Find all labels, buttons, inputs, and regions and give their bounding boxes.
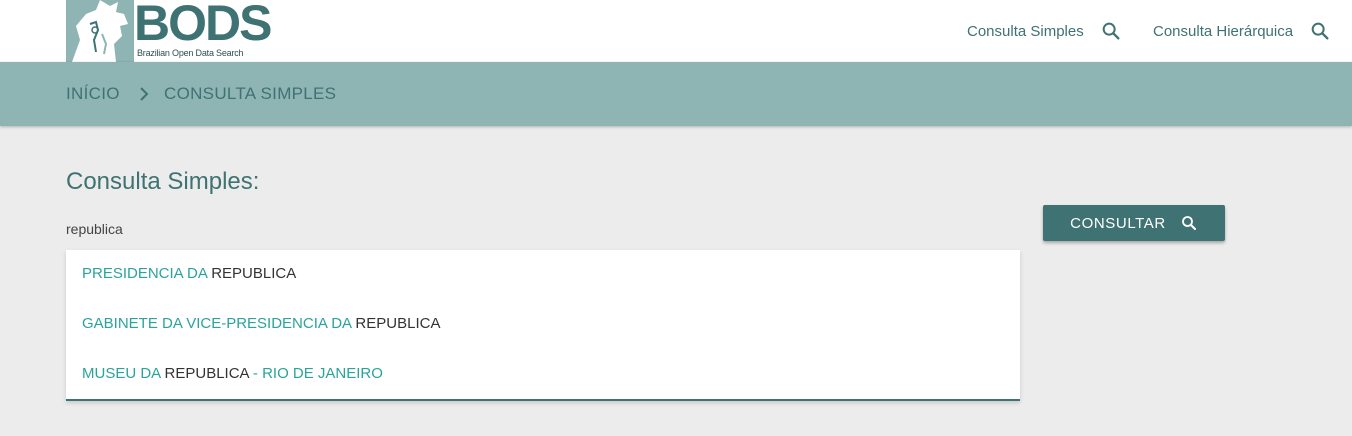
search-icon <box>1311 22 1329 40</box>
search-icon <box>1102 22 1120 40</box>
consultar-button[interactable]: CONSULTAR <box>1043 205 1225 241</box>
suggestion-match: REPUBLICA <box>164 365 249 382</box>
suggestion-prefix: PRESIDENCIA DA <box>82 265 208 282</box>
goat-logo-icon <box>66 0 134 62</box>
top-bar: BODS Brazilian Open Data Search Consulta… <box>0 0 1352 62</box>
breadcrumb-current: CONSULTA SIMPLES <box>164 84 337 103</box>
search-icon <box>1181 216 1196 231</box>
breadcrumb: INÍCIO CONSULTA SIMPLES <box>0 62 1352 126</box>
button-label: CONSULTAR <box>1070 214 1166 232</box>
autocomplete-item[interactable]: PRESIDENCIA DA REPUBLICA <box>66 250 1020 300</box>
autocomplete-list: PRESIDENCIA DA REPUBLICA GABINETE DA VIC… <box>66 250 1020 401</box>
suggestion-match: REPUBLICA <box>211 265 297 282</box>
nav-consulta-hierarquica[interactable]: Consulta Hierárquica <box>1153 0 1331 62</box>
nav-label: Consulta Hierárquica <box>1153 22 1294 40</box>
breadcrumb-home[interactable]: INÍCIO <box>66 62 120 126</box>
nav-label: Consulta Simples <box>967 22 1084 40</box>
nav-consulta-simples[interactable]: Consulta Simples <box>967 0 1122 62</box>
suggestion-suffix: - RIO DE JANEIRO <box>252 365 383 382</box>
bods-logo[interactable]: BODS Brazilian Open Data Search <box>66 0 272 62</box>
search-input[interactable] <box>66 216 1020 242</box>
chevron-right-icon <box>140 87 149 101</box>
logo-tagline: Brazilian Open Data Search <box>137 48 244 58</box>
page-title: Consulta Simples: <box>66 168 260 195</box>
logo-wordmark: BODS <box>134 0 272 51</box>
suggestion-match: REPUBLICA <box>355 315 441 332</box>
autocomplete-item[interactable]: MUSEU DA REPUBLICA - RIO DE JANEIRO <box>66 350 1020 400</box>
autocomplete-item[interactable]: GABINETE DA VICE-PRESIDENCIA DA REPUBLIC… <box>66 300 1020 350</box>
suggestion-prefix: MUSEU DA <box>82 365 161 382</box>
suggestion-prefix: GABINETE DA VICE-PRESIDENCIA DA <box>82 315 352 332</box>
